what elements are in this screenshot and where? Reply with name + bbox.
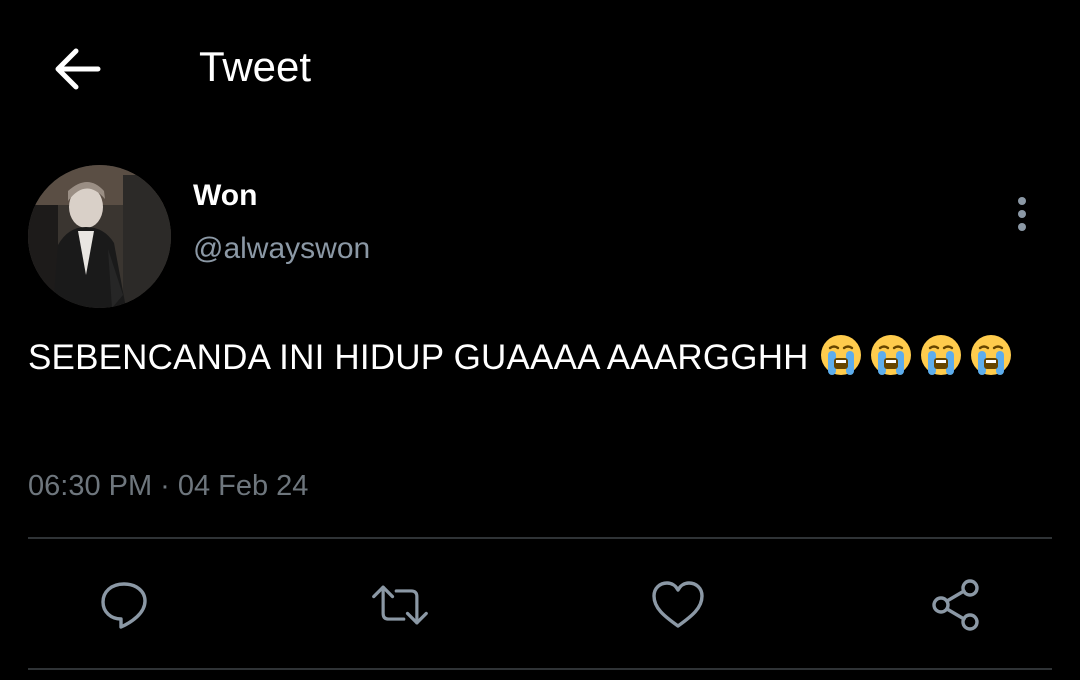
divider xyxy=(28,537,1052,539)
loudly-crying-face-icon xyxy=(820,335,861,375)
avatar[interactable] xyxy=(28,165,171,308)
emoji-group xyxy=(819,335,1019,377)
loudly-crying-face-icon xyxy=(870,335,911,375)
share-icon xyxy=(932,579,979,631)
tweet-time: 06:30 PM xyxy=(28,470,153,502)
avatar-photo xyxy=(28,165,171,308)
tweet-date: 04 Feb 24 xyxy=(177,470,309,502)
author-name[interactable]: Won xyxy=(193,178,257,214)
tweet-text-content: SEBENCANDA INI HIDUP GUAAAA AAARGGHH xyxy=(28,338,809,377)
reply-icon xyxy=(101,582,147,629)
arrow-left-icon xyxy=(55,48,101,90)
reply-button[interactable] xyxy=(94,575,154,635)
share-button[interactable] xyxy=(926,575,986,635)
more-vertical-icon xyxy=(1018,197,1026,231)
loudly-crying-face-icon xyxy=(970,335,1011,375)
bottom-divider xyxy=(28,668,1052,670)
heart-icon xyxy=(652,581,704,628)
retweet-button[interactable] xyxy=(370,575,430,635)
tweet-text: SEBENCANDA INI HIDUP GUAAAA AAARGGHH xyxy=(28,332,1038,384)
page-title: Tweet xyxy=(199,43,312,90)
back-button[interactable] xyxy=(50,42,104,96)
tweet-timestamp: 06:30 PM · 04 Feb 24 xyxy=(28,466,308,506)
more-options-button[interactable] xyxy=(1004,192,1040,236)
meta-separator: · xyxy=(160,470,170,502)
author-handle[interactable]: @alwayswon xyxy=(193,230,370,268)
top-bar: Tweet xyxy=(0,0,1080,136)
like-button[interactable] xyxy=(648,575,708,635)
retweet-icon xyxy=(372,585,428,625)
loudly-crying-face-icon xyxy=(920,335,961,375)
